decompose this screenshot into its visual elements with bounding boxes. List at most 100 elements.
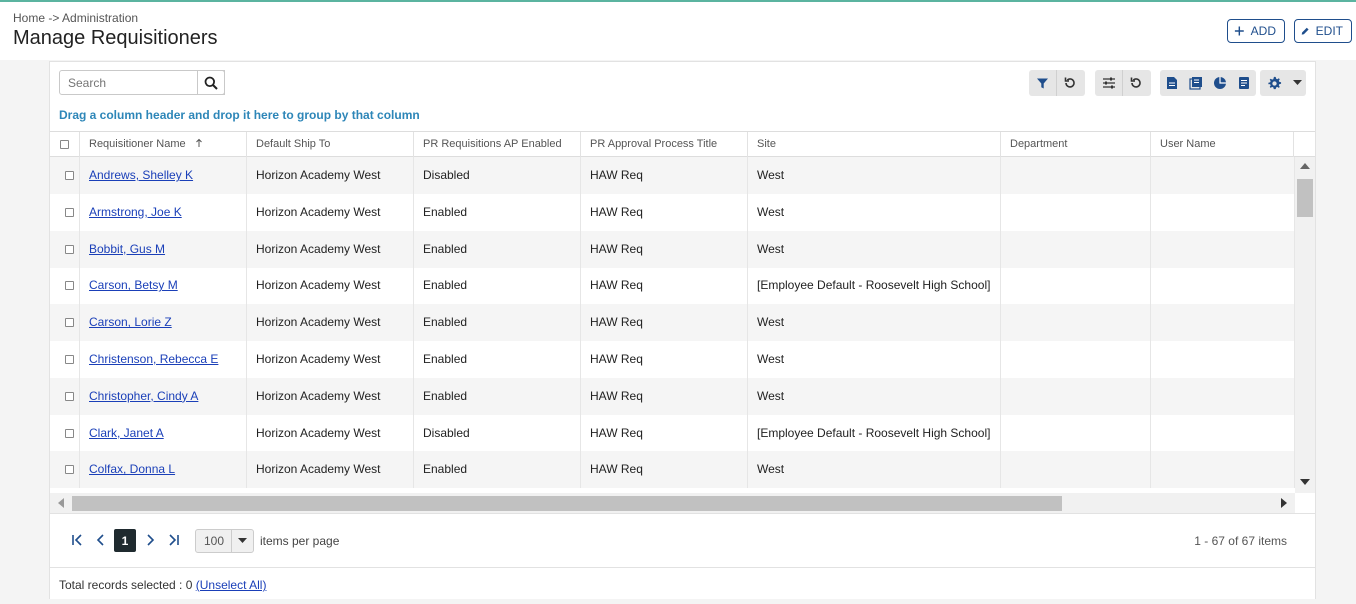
table-row[interactable]: Christenson, Rebecca E Horizon Academy We… [50, 341, 1295, 378]
table-row[interactable]: Bobbit, Gus M Horizon Academy West Enabled… [50, 230, 1295, 268]
requisitioner-link[interactable]: Christopher, Cindy A [89, 389, 198, 403]
row-select-cell [50, 304, 80, 342]
cell-default-ship-to: Horizon Academy West [247, 304, 414, 342]
column-toolbar-group [1095, 70, 1151, 96]
settings-toolbar-group [1260, 70, 1306, 96]
column-header-user-name[interactable]: User Name [1151, 132, 1294, 157]
search-icon [204, 76, 218, 90]
last-page-button[interactable] [162, 529, 184, 551]
row-checkbox[interactable] [64, 465, 74, 475]
row-checkbox[interactable] [64, 244, 74, 254]
search-button[interactable] [197, 70, 225, 95]
column-header-label: Requisitioner Name [89, 138, 186, 150]
table-row[interactable]: Armstrong, Joe K Horizon Academy West Enab… [50, 193, 1295, 231]
items-range-text: 1 - 67 of 67 items [1194, 534, 1287, 548]
column-header-department[interactable]: Department [1001, 132, 1151, 157]
previous-page-button[interactable] [90, 529, 112, 551]
column-header-default-ship-to[interactable]: Default Ship To [247, 132, 414, 157]
cell-ap-enabled: Enabled [414, 451, 581, 489]
row-checkbox[interactable] [64, 281, 74, 291]
cell-department [1001, 304, 1151, 342]
unselect-all-link[interactable]: (Unselect All) [196, 578, 267, 592]
page-size-select[interactable]: 100 [195, 529, 254, 553]
requisitioner-link[interactable]: Andrews, Shelley K [89, 168, 193, 182]
scroll-up-icon[interactable] [1300, 162, 1310, 169]
filter-button[interactable] [1029, 70, 1056, 96]
requisitioner-link[interactable]: Armstrong, Joe K [89, 205, 182, 219]
report-button[interactable] [1232, 70, 1256, 96]
first-page-button[interactable] [67, 529, 89, 551]
cell-department [1001, 230, 1151, 268]
cell-user-name [1151, 267, 1295, 305]
select-all-checkbox[interactable] [60, 140, 69, 149]
row-checkbox[interactable] [64, 207, 74, 217]
cell-requisitioner-name: Clark, Janet A [80, 414, 247, 452]
settings-button[interactable] [1260, 70, 1288, 96]
table-row[interactable]: Christopher, Cindy A Horizon Academy West… [50, 377, 1295, 415]
chart-button[interactable] [1208, 70, 1232, 96]
scroll-right-icon[interactable] [1281, 498, 1288, 508]
edit-button[interactable]: EDIT [1294, 19, 1352, 43]
vertical-scroll-thumb[interactable] [1297, 179, 1313, 217]
current-page-button[interactable]: 1 [114, 529, 136, 552]
next-page-button[interactable] [139, 529, 161, 551]
cell-department [1001, 267, 1151, 305]
pencil-icon [1301, 27, 1309, 35]
table-row[interactable]: Andrews, Shelley K Horizon Academy West Di… [50, 157, 1295, 194]
column-header-pr-approval-process-title[interactable]: PR Approval Process Title [581, 132, 748, 157]
table-row[interactable]: Clark, Janet A Horizon Academy West Disabl… [50, 414, 1295, 452]
row-select-cell [50, 230, 80, 268]
cell-department [1001, 157, 1151, 194]
cell-requisitioner-name: Carson, Lorie Z [80, 304, 247, 342]
requisitioner-link[interactable]: Carson, Betsy M [89, 278, 178, 292]
page-size-dropdown[interactable] [231, 530, 253, 552]
column-header-site[interactable]: Site [748, 132, 1001, 157]
add-button[interactable]: ADD [1227, 19, 1285, 43]
cell-ap-enabled: Enabled [414, 341, 581, 378]
horizontal-scrollbar[interactable] [50, 493, 1295, 513]
requisitioner-link[interactable]: Clark, Janet A [89, 426, 164, 440]
table-row[interactable]: Colfax, Donna L Horizon Academy West Enabl… [50, 451, 1295, 489]
table-row[interactable]: Carson, Lorie Z Horizon Academy West Enabl… [50, 304, 1295, 342]
cell-site: West [748, 377, 1001, 415]
cell-user-name [1151, 304, 1295, 342]
group-by-drop-zone[interactable]: Drag a column header and drop it here to… [59, 108, 420, 122]
cell-requisitioner-name: Christopher, Cindy A [80, 377, 247, 415]
cell-ap-enabled: Enabled [414, 377, 581, 415]
horizontal-scroll-thumb[interactable] [72, 496, 1062, 511]
select-all-cell [50, 132, 80, 157]
column-header-pr-requisitions-ap-enabled[interactable]: PR Requisitions AP Enabled [414, 132, 581, 157]
selection-summary: Total records selected : 0 (Unselect All… [59, 578, 266, 592]
requisitioner-link[interactable]: Colfax, Donna L [89, 462, 175, 476]
reset-filter-button[interactable] [1056, 70, 1083, 96]
requisitioner-link[interactable]: Christenson, Rebecca E [89, 352, 218, 366]
scroll-down-icon[interactable] [1300, 479, 1310, 486]
requisitioner-link[interactable]: Carson, Lorie Z [89, 315, 172, 329]
cell-requisitioner-name: Carson, Betsy M [80, 267, 247, 305]
row-checkbox[interactable] [64, 171, 74, 180]
row-select-cell [50, 157, 80, 194]
row-checkbox[interactable] [64, 355, 74, 364]
page-header: Home -> Administration Manage Requisitio… [0, 2, 1356, 60]
vertical-scrollbar[interactable] [1295, 157, 1315, 493]
row-checkbox[interactable] [64, 428, 74, 438]
reset-columns-button[interactable] [1122, 70, 1149, 96]
column-header-requisitioner-name[interactable]: Requisitioner Name [80, 132, 247, 157]
export-document-button[interactable] [1160, 70, 1184, 96]
cell-user-name [1151, 377, 1295, 415]
cell-ap-enabled: Enabled [414, 230, 581, 268]
export-pdf-button[interactable] [1184, 70, 1208, 96]
requisitioner-link[interactable]: Bobbit, Gus M [89, 242, 165, 256]
settings-dropdown-button[interactable] [1288, 70, 1306, 96]
breadcrumb[interactable]: Home -> Administration [13, 11, 138, 25]
page-size-value: 100 [204, 534, 225, 548]
row-checkbox[interactable] [64, 391, 74, 401]
column-settings-button[interactable] [1095, 70, 1122, 96]
cell-default-ship-to: Horizon Academy West [247, 451, 414, 489]
grid-panel: Drag a column header and drop it here to… [49, 61, 1316, 599]
scroll-left-icon[interactable] [57, 498, 64, 508]
table-row[interactable]: Carson, Betsy M Horizon Academy West Enabl… [50, 267, 1295, 305]
row-checkbox[interactable] [64, 318, 74, 328]
row-select-cell [50, 267, 80, 305]
cell-user-name [1151, 451, 1295, 489]
